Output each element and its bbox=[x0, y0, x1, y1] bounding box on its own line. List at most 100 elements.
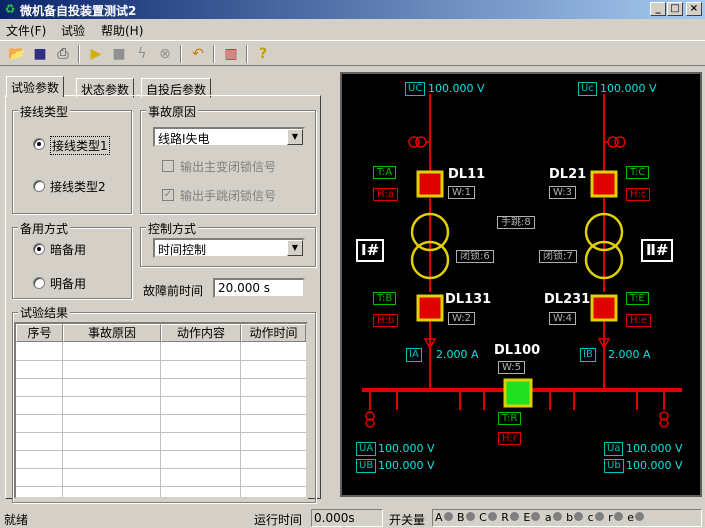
ua2-label: Ua bbox=[604, 442, 624, 456]
switch-R-label: R bbox=[501, 511, 509, 524]
prefault-time-input[interactable]: 20.000 s bbox=[213, 278, 305, 298]
bus-1-label: Ⅰ# bbox=[356, 239, 385, 262]
status-bar: 就绪 运行时间 0.000s 开关量 A B C R E a b c r e bbox=[0, 507, 705, 528]
undo-icon[interactable]: ↶ bbox=[187, 44, 209, 64]
grid-line bbox=[16, 396, 306, 397]
grid-line bbox=[16, 468, 306, 469]
tc-indicator: T:C bbox=[626, 166, 650, 179]
col-header-fault[interactable]: 事故原因 bbox=[63, 324, 161, 342]
backup-hidden-radio[interactable] bbox=[33, 243, 45, 255]
grid-line bbox=[16, 486, 306, 487]
control-mode-select[interactable]: 时间控制 ▼ bbox=[153, 238, 305, 258]
grid-line bbox=[16, 360, 306, 361]
col-header-time[interactable]: 动作时间 bbox=[241, 324, 306, 342]
diagram-lines bbox=[362, 94, 682, 428]
uc-label: UC bbox=[405, 82, 426, 96]
ia-value: 2.000 A bbox=[436, 348, 479, 361]
main-transformer-lock-checkbox[interactable] bbox=[162, 160, 174, 172]
menu-file[interactable]: 文件(F) bbox=[6, 22, 46, 39]
he-indicator: H:e bbox=[626, 314, 652, 327]
tb-indicator: T:B bbox=[373, 292, 397, 305]
print-icon[interactable]: ⎙ bbox=[52, 44, 74, 64]
wiring-type-title: 接线类型 bbox=[18, 103, 71, 120]
wiring-diagram: UC 100.000 V Uc 100.000 V T:A H:a DL11 W… bbox=[340, 72, 702, 497]
switch-e-label: e bbox=[627, 511, 634, 524]
stop-icon[interactable]: ■ bbox=[108, 44, 130, 64]
dl21-label: DL21 bbox=[549, 167, 587, 182]
wiring-type-group bbox=[12, 110, 132, 214]
manual-trip-indicator: 手跳:8 bbox=[497, 216, 535, 229]
manual-trip-lock-checkbox[interactable]: ✓ bbox=[162, 189, 174, 201]
backup-mode-title: 备用方式 bbox=[18, 220, 71, 237]
dl11-label: DL11 bbox=[448, 167, 486, 182]
lightning-icon[interactable]: ϟ bbox=[131, 44, 153, 64]
wiring-type-2-radio[interactable] bbox=[33, 180, 45, 192]
control-mode-value: 时间控制 bbox=[158, 243, 207, 257]
tr-indicator: T:R bbox=[498, 412, 522, 425]
switch-A-label: A bbox=[435, 511, 443, 524]
backup-open-radio[interactable] bbox=[33, 277, 45, 289]
backup-open-label[interactable]: 明备用 bbox=[50, 275, 86, 292]
open-icon[interactable]: 📂 bbox=[6, 44, 28, 64]
col-header-index[interactable]: 序号 bbox=[16, 324, 63, 342]
switch-E-label: E bbox=[523, 511, 531, 524]
grid-line bbox=[16, 432, 306, 433]
hc-indicator: H:c bbox=[626, 188, 651, 201]
bus-2-label: Ⅱ# bbox=[641, 239, 674, 262]
dl231-label: DL231 bbox=[544, 292, 591, 307]
backup-hidden-label[interactable]: 暗备用 bbox=[50, 241, 86, 258]
switch-r-led bbox=[613, 512, 623, 521]
lock7-indicator: 闭锁:7 bbox=[539, 250, 577, 263]
grid-line bbox=[160, 342, 161, 497]
save-icon[interactable]: ■ bbox=[29, 44, 51, 64]
chevron-down-icon[interactable]: ▼ bbox=[287, 240, 303, 256]
lock6-indicator: 闭锁:6 bbox=[456, 250, 494, 263]
compare-icon[interactable]: ▥ bbox=[220, 44, 242, 64]
menu-test[interactable]: 试验 bbox=[61, 22, 85, 39]
cancel-icon[interactable]: ⊗ bbox=[154, 44, 176, 64]
switch-R-led bbox=[509, 512, 519, 521]
status-ready: 就绪 bbox=[4, 513, 29, 527]
main-transformer-lock-label: 输出主变闭锁信号 bbox=[180, 160, 277, 174]
ua-label: UA bbox=[356, 442, 377, 456]
runtime-value: 0.000s bbox=[311, 509, 383, 527]
switch-label: 开关量 bbox=[389, 513, 426, 527]
switch-A-led bbox=[443, 512, 453, 521]
hb-indicator: H:b bbox=[373, 314, 399, 327]
toolbar-separator bbox=[78, 45, 80, 63]
minimize-button[interactable]: _ bbox=[650, 2, 666, 16]
ia-label: IA bbox=[406, 348, 422, 362]
switch-B-label: B bbox=[457, 511, 465, 524]
results-table[interactable]: 序号 事故原因 动作内容 动作时间 bbox=[14, 322, 308, 499]
tab-test-params[interactable]: 试验参数 bbox=[6, 76, 65, 97]
wiring-type-1-label[interactable]: 接线类型1 bbox=[50, 136, 110, 155]
toolbar: 📂 ■ ⎙ ▶ ■ ϟ ⊗ ↶ ▥ ? bbox=[0, 40, 705, 66]
w4-indicator: W:4 bbox=[549, 312, 577, 325]
control-mode-title: 控制方式 bbox=[146, 220, 199, 237]
dl131-label: DL131 bbox=[445, 292, 492, 307]
grid-line bbox=[62, 342, 63, 497]
col-header-action[interactable]: 动作内容 bbox=[161, 324, 241, 342]
switch-indicators: A B C R E a b c r e bbox=[432, 509, 702, 527]
run-icon[interactable]: ▶ bbox=[85, 44, 107, 64]
menu-help[interactable]: 帮助(H) bbox=[101, 22, 143, 39]
ib-label: IB bbox=[580, 348, 596, 362]
grid-line bbox=[16, 450, 306, 451]
chevron-down-icon[interactable]: ▼ bbox=[287, 129, 303, 145]
switch-b-label: b bbox=[566, 511, 574, 524]
prefault-time-label: 故障前时间 bbox=[143, 284, 204, 298]
fault-cause-select[interactable]: 线路Ⅰ失电 ▼ bbox=[153, 127, 305, 147]
hr-indicator: H:r bbox=[498, 432, 521, 445]
wiring-type-1-radio[interactable] bbox=[33, 138, 45, 150]
ub2-value: 100.000 V bbox=[626, 459, 683, 472]
uc2-value: 100.000 V bbox=[600, 82, 657, 95]
wiring-type-2-label[interactable]: 接线类型2 bbox=[50, 178, 106, 195]
runtime-label: 运行时间 bbox=[254, 513, 303, 527]
switch-b-led bbox=[574, 512, 584, 521]
help-icon[interactable]: ? bbox=[252, 44, 274, 64]
uc2-label: Uc bbox=[578, 82, 597, 96]
close-button[interactable]: × bbox=[686, 2, 702, 16]
switch-E-led bbox=[531, 512, 541, 521]
maximize-button[interactable]: □ bbox=[667, 2, 683, 16]
dl100-label: DL100 bbox=[494, 343, 541, 358]
